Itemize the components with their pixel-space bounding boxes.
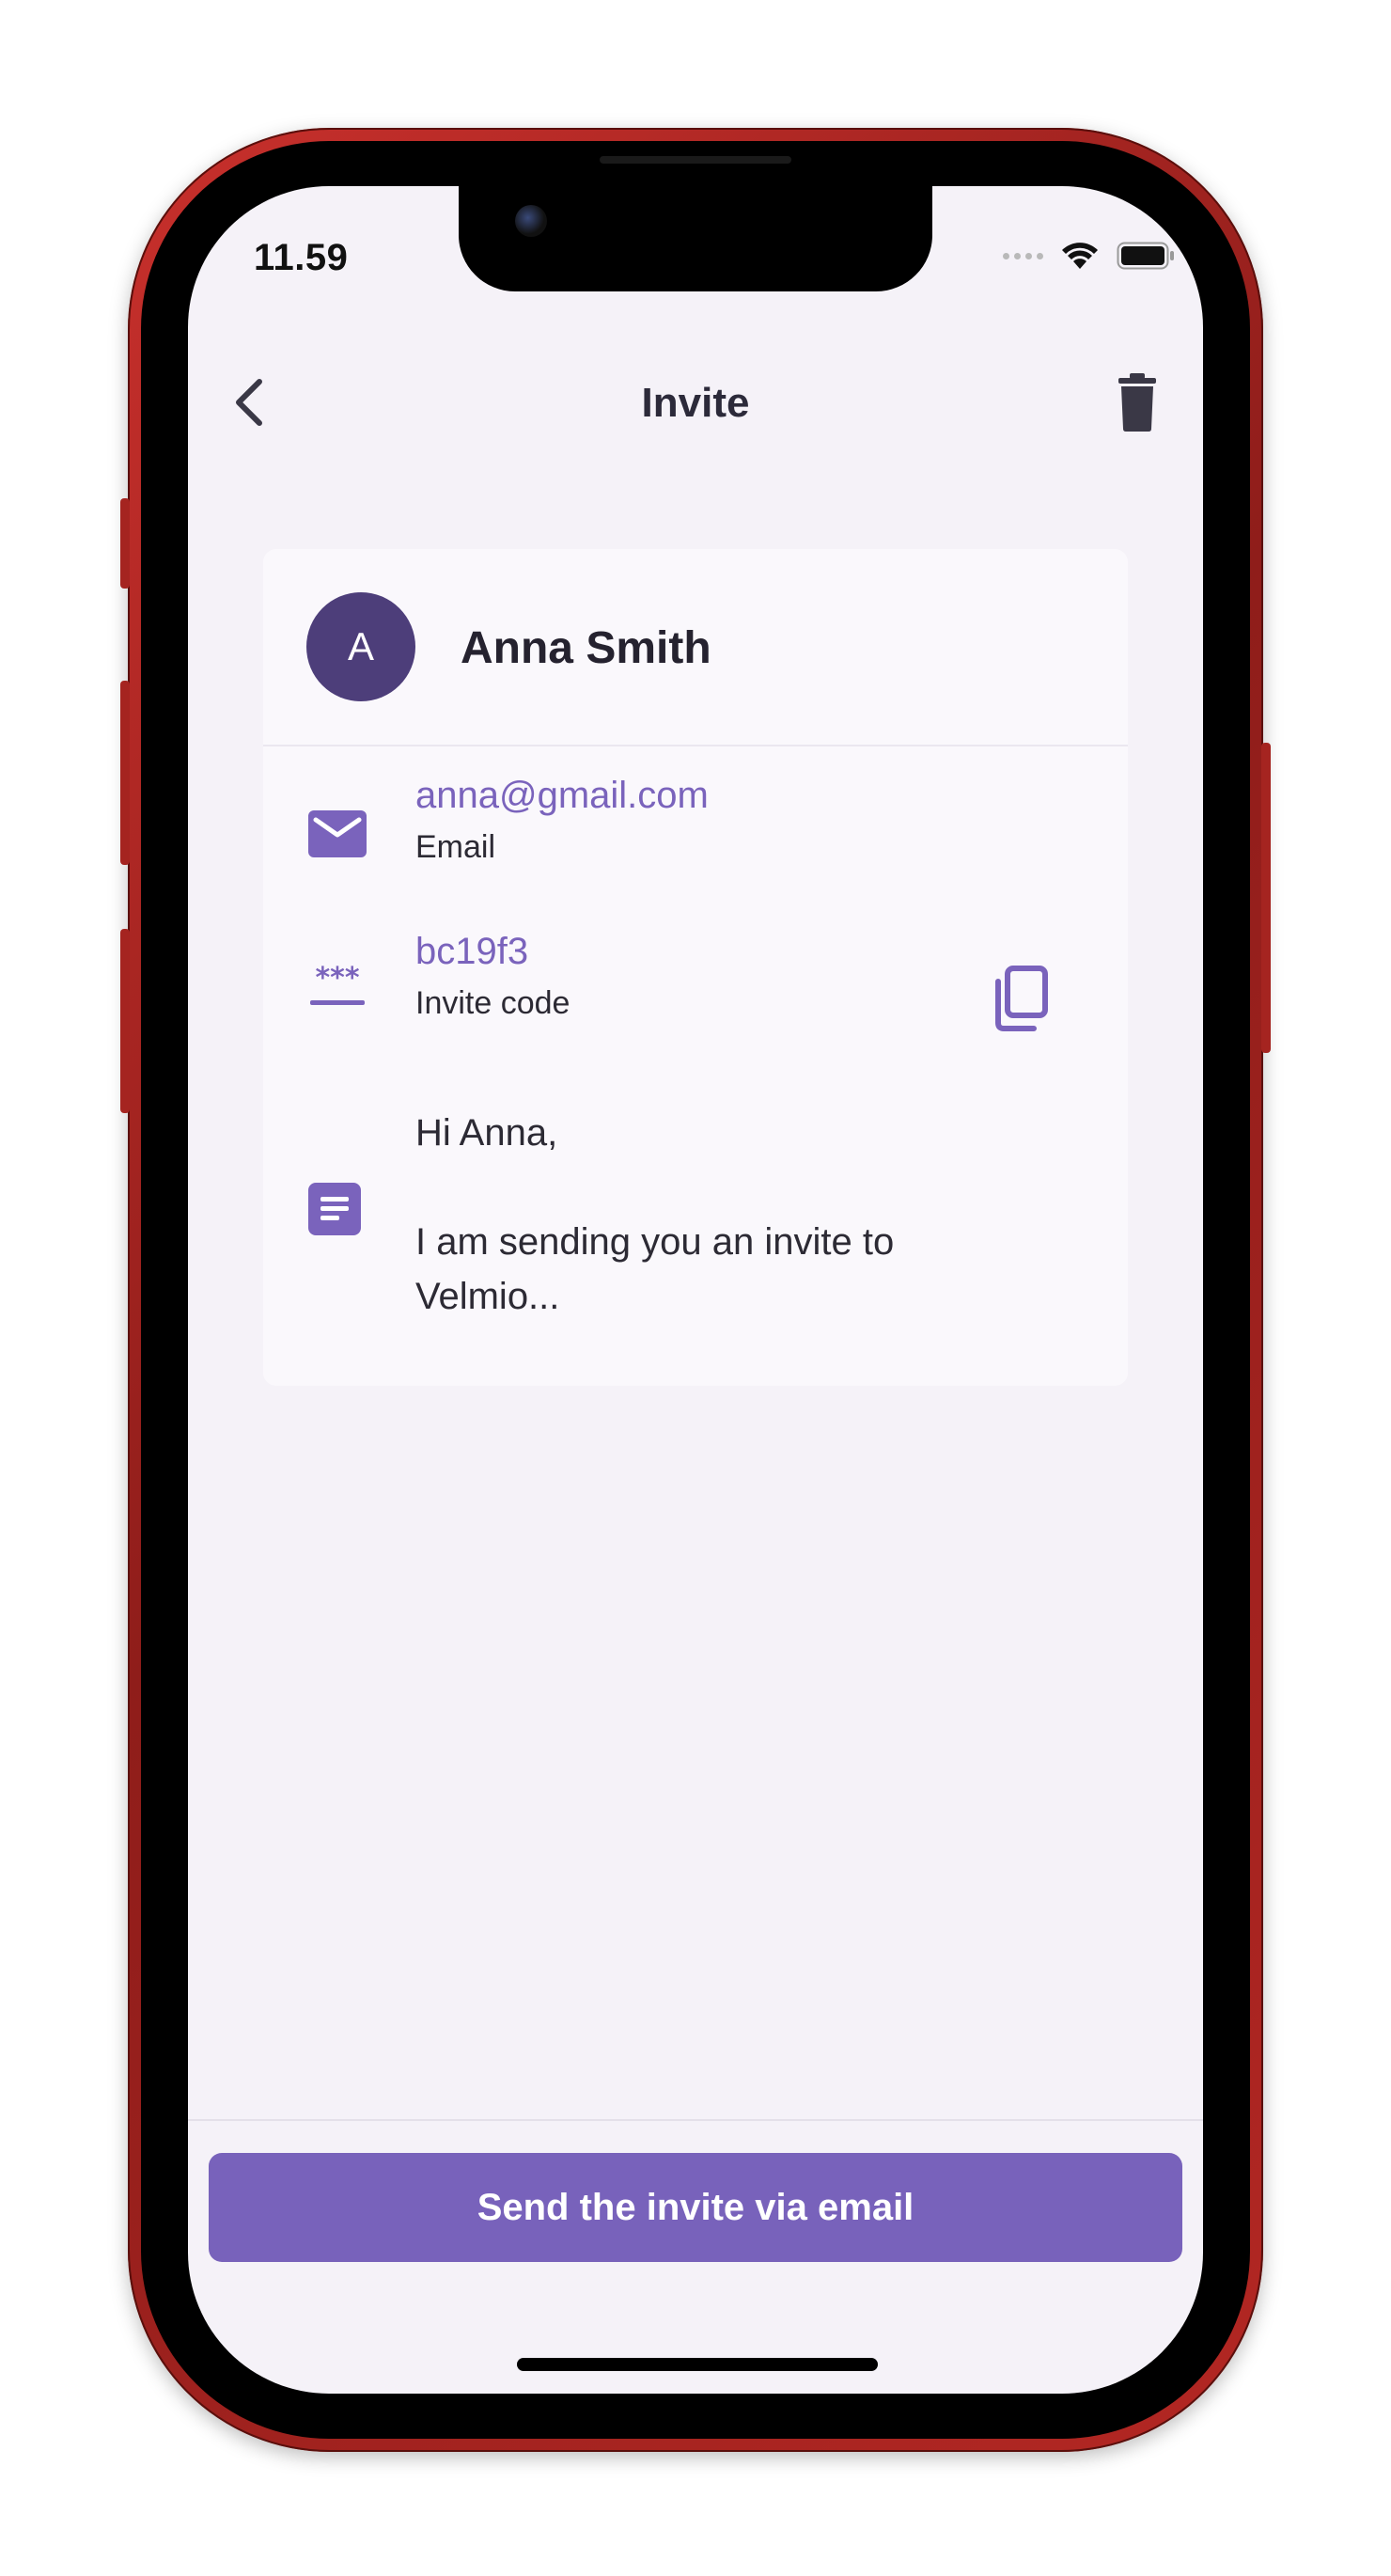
copy-code-button[interactable] [991,965,1051,1032]
copy-icon [995,966,1048,1031]
notch [459,186,932,291]
power-button [1261,743,1271,1053]
status-time: 11.59 [254,237,349,278]
invite-message: Hi Anna, I am sending you an invite to V… [415,1112,895,1317]
trash-icon [1118,373,1156,432]
invite-code-value: bc19f3 [415,931,529,972]
message-icon [308,1183,361,1240]
navigation-bar: Invite [188,355,1203,449]
contact-header: A Anna Smith [263,549,1128,746]
bottom-divider [188,2119,1203,2121]
avatar: A [306,592,415,701]
invite-code-label: Invite code [415,985,570,1021]
volume-down-button [120,929,130,1113]
delete-button[interactable] [1109,372,1165,432]
home-indicator[interactable] [517,2358,878,2371]
phone-screen: 11.59 Invite A Anna Smith anna@gmail.com… [188,186,1203,2394]
contact-name: Anna Smith [461,623,711,673]
page-title: Invite [641,380,750,426]
status-icons [1003,237,1175,275]
invite-card: A Anna Smith anna@gmail.com Email *** bc… [263,549,1128,1386]
earpiece-speaker [600,156,791,164]
password-icon: *** [308,962,367,1013]
battery-icon [1117,242,1174,270]
email-icon [308,810,367,862]
email-label: Email [415,829,496,865]
wifi-icon [1062,243,1098,269]
front-camera [515,205,547,237]
volume-up-button [120,681,130,865]
svg-text:***: *** [315,965,359,995]
signal-dots-icon [1003,252,1043,259]
send-invite-button[interactable]: Send the invite via email [209,2153,1182,2262]
email-value: anna@gmail.com [415,775,709,816]
silent-switch [120,498,130,589]
